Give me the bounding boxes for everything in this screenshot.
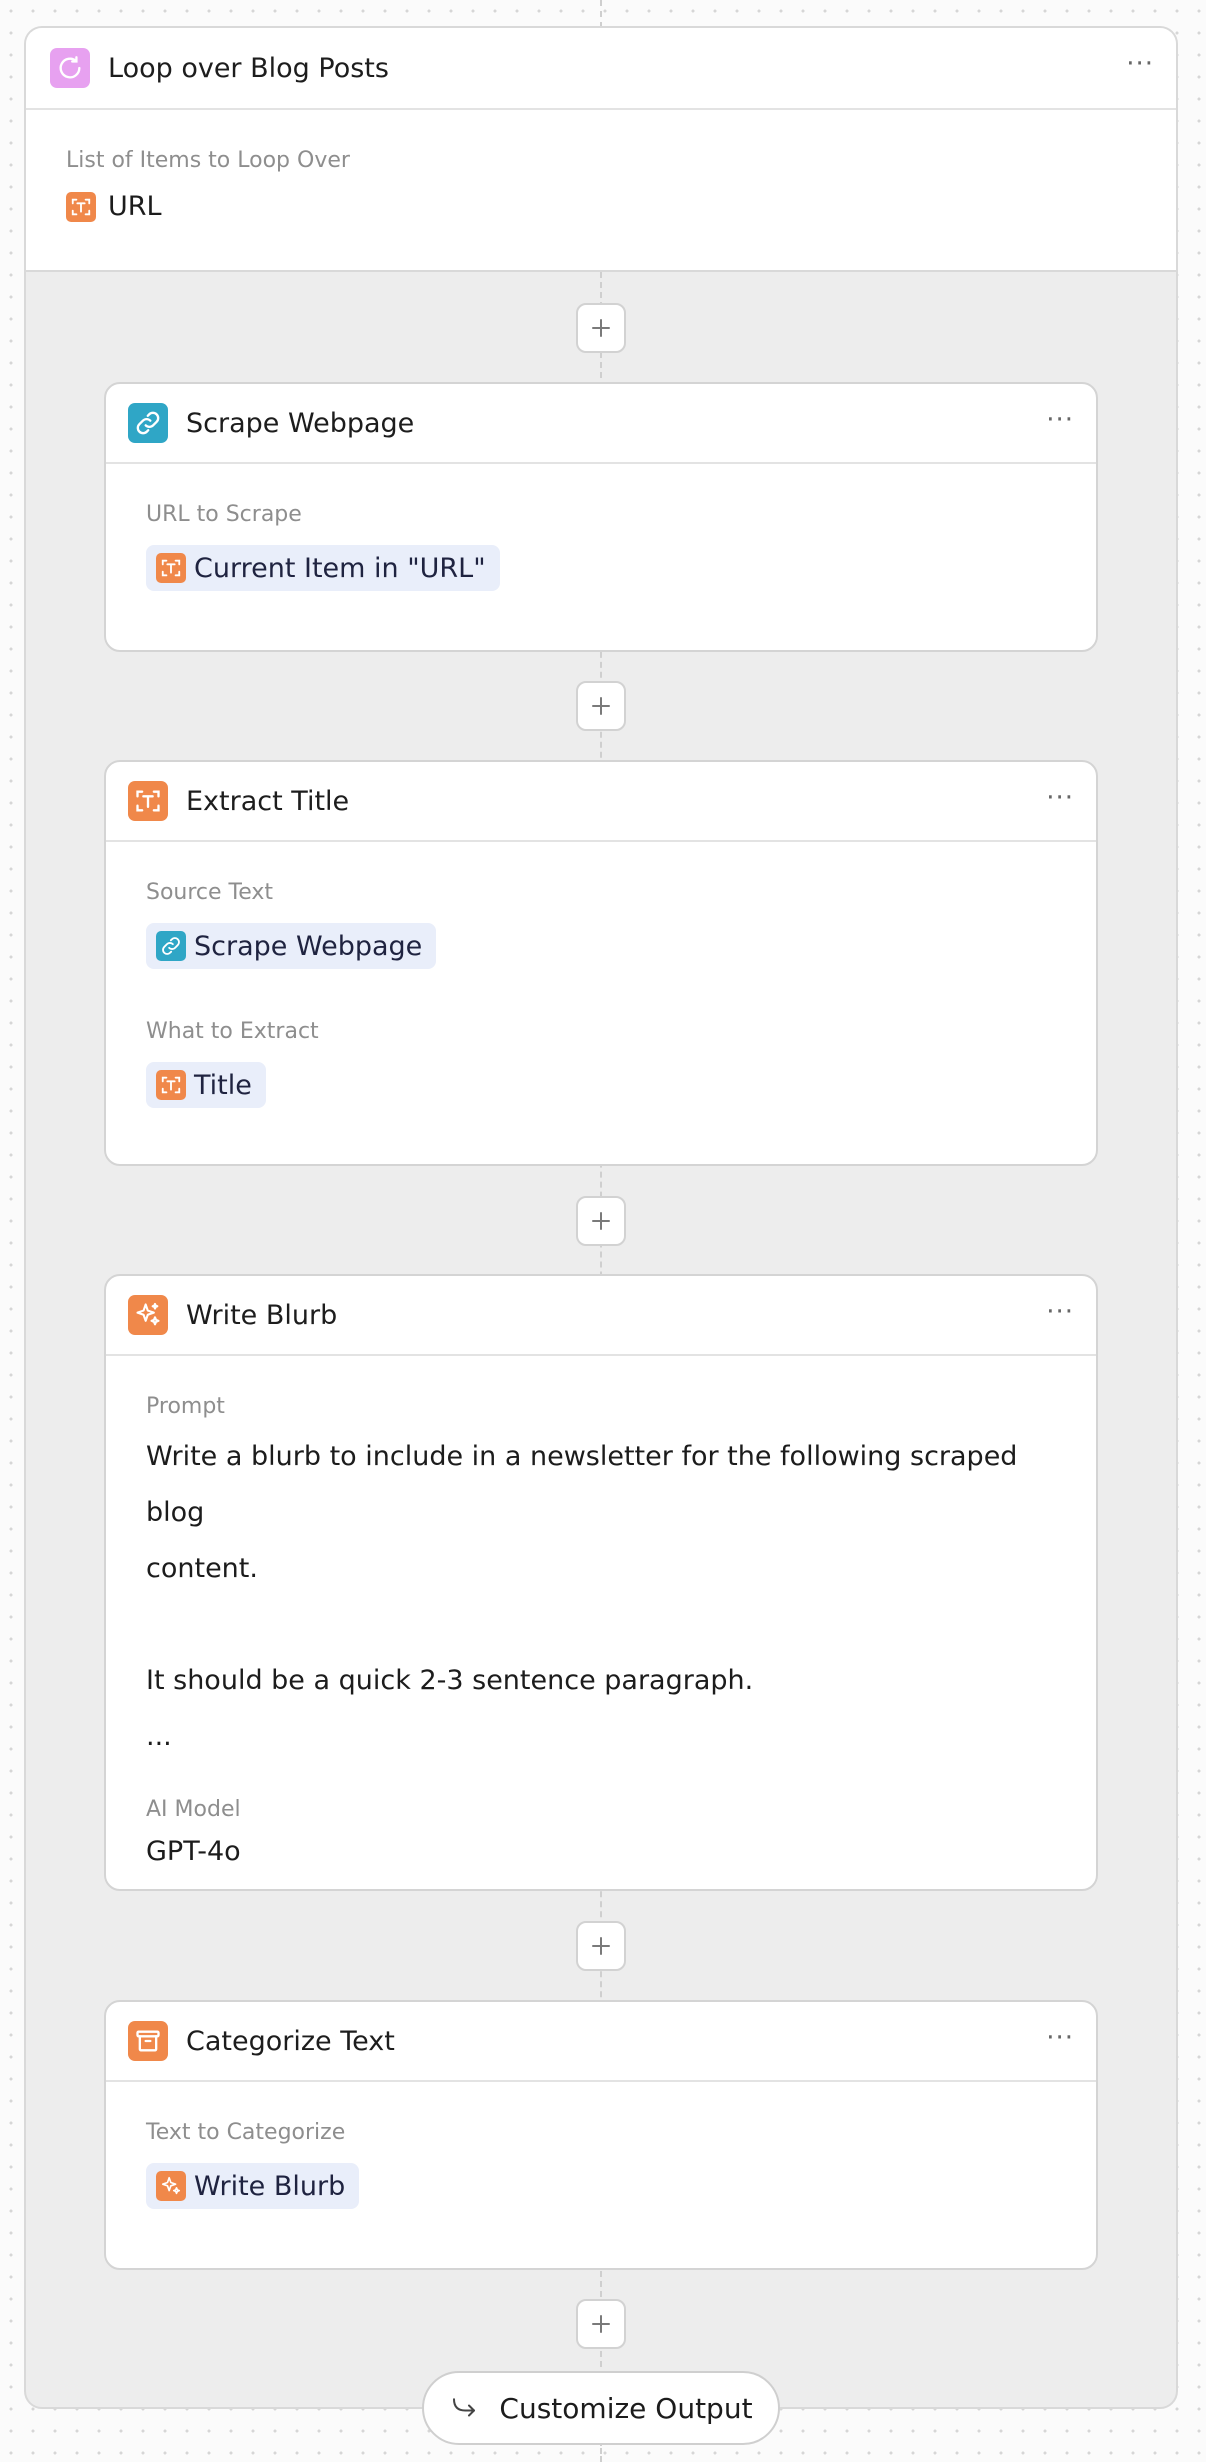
archive-icon	[128, 2021, 168, 2061]
step-card-write-blurb[interactable]: Write Blurb ··· Prompt Write a blurb to …	[104, 1274, 1098, 1891]
field-label: What to Extract	[146, 1019, 319, 1044]
chip-label: Title	[194, 1069, 252, 1101]
add-step-button[interactable]	[576, 2299, 626, 2349]
step-header: Extract Title ···	[106, 762, 1096, 842]
loop-field-label: List of Items to Loop Over	[66, 148, 350, 173]
loop-title-bar: Loop over Blog Posts ···	[26, 28, 1176, 110]
step-title: Extract Title	[186, 785, 350, 817]
prompt-line: content.	[146, 1553, 258, 1584]
step-header: Write Blurb ···	[106, 1276, 1096, 1356]
loop-field: List of Items to Loop Over URL	[26, 110, 1176, 222]
chip-label: Write Blurb	[194, 2170, 346, 2202]
field-label: Source Text	[146, 880, 274, 905]
step-card-scrape-webpage[interactable]: Scrape Webpage ··· URL to Scrape Current…	[104, 382, 1098, 652]
step-card-extract-title[interactable]: Extract Title ··· Source Text Scrape Web…	[104, 760, 1098, 1166]
loop-icon	[50, 48, 90, 88]
prompt-line	[146, 1597, 1056, 1653]
model-value[interactable]: GPT-4o	[146, 1836, 1056, 1867]
step-body: URL to Scrape Current Item in "URL"	[106, 464, 1096, 591]
variable-chip[interactable]: Title	[146, 1062, 266, 1108]
variable-chip[interactable]: Scrape Webpage	[146, 923, 437, 969]
add-step-button[interactable]	[576, 681, 626, 731]
add-step-button[interactable]	[576, 1196, 626, 1246]
link-icon	[156, 931, 186, 961]
prompt-line: Write a blurb to include in a newsletter…	[146, 1441, 1018, 1528]
sparkle-icon	[156, 2171, 186, 2201]
step-title: Categorize Text	[186, 2025, 395, 2057]
plus-icon	[592, 697, 610, 715]
plus-icon	[592, 319, 610, 337]
plus-icon	[592, 2315, 610, 2333]
loop-field-value[interactable]: URL	[66, 191, 1136, 222]
step-body: Source Text Scrape Webpage What to Extra…	[106, 842, 1096, 1108]
more-menu-icon[interactable]: ···	[1046, 407, 1074, 433]
prompt-line: It should be a quick 2-3 sentence paragr…	[146, 1665, 754, 1696]
step-header: Categorize Text ···	[106, 2002, 1096, 2082]
more-menu-icon[interactable]: ···	[1046, 785, 1074, 811]
link-icon	[128, 403, 168, 443]
loop-header[interactable]: Loop over Blog Posts ··· List of Items t…	[26, 28, 1176, 272]
more-menu-icon[interactable]: ···	[1046, 1299, 1074, 1325]
prompt-text[interactable]: Write a blurb to include in a newsletter…	[146, 1429, 1056, 1765]
loop-more-menu-icon[interactable]: ···	[1126, 51, 1154, 77]
plus-icon	[592, 1937, 610, 1955]
step-body: Prompt Write a blurb to include in a new…	[106, 1356, 1096, 1867]
variable-chip[interactable]: Write Blurb	[146, 2163, 360, 2209]
plus-icon	[592, 1212, 610, 1230]
text-extract-icon	[128, 781, 168, 821]
more-menu-icon[interactable]: ···	[1046, 2025, 1074, 2051]
chip-label: Scrape Webpage	[194, 930, 423, 962]
model-label: AI Model	[146, 1797, 241, 1822]
text-extract-icon	[156, 553, 186, 583]
chip-label: Current Item in "URL"	[194, 552, 486, 584]
customize-output-button[interactable]: Customize Output	[422, 2371, 780, 2445]
step-header: Scrape Webpage ···	[106, 384, 1096, 464]
text-extract-icon	[156, 1070, 186, 1100]
add-step-button[interactable]	[576, 303, 626, 353]
return-arrow-icon	[453, 2398, 476, 2417]
field-label: URL to Scrape	[146, 502, 302, 527]
loop-title: Loop over Blog Posts	[108, 52, 389, 84]
top-connector-line	[600, 0, 602, 28]
add-step-button[interactable]	[576, 1921, 626, 1971]
sparkle-icon	[128, 1295, 168, 1335]
step-title: Write Blurb	[186, 1299, 338, 1331]
prompt-line: ...	[146, 1721, 172, 1752]
variable-chip[interactable]: Current Item in "URL"	[146, 545, 500, 591]
loop-field-value-text: URL	[108, 191, 162, 222]
step-card-categorize-text[interactable]: Categorize Text ··· Text to Categorize W…	[104, 2000, 1098, 2270]
step-title: Scrape Webpage	[186, 407, 415, 439]
field-label: Text to Categorize	[146, 2120, 346, 2145]
text-extract-icon	[66, 191, 96, 222]
prompt-label: Prompt	[146, 1394, 225, 1419]
step-body: Text to Categorize Write Blurb	[106, 2082, 1096, 2209]
customize-output-label: Customize Output	[499, 2391, 753, 2425]
